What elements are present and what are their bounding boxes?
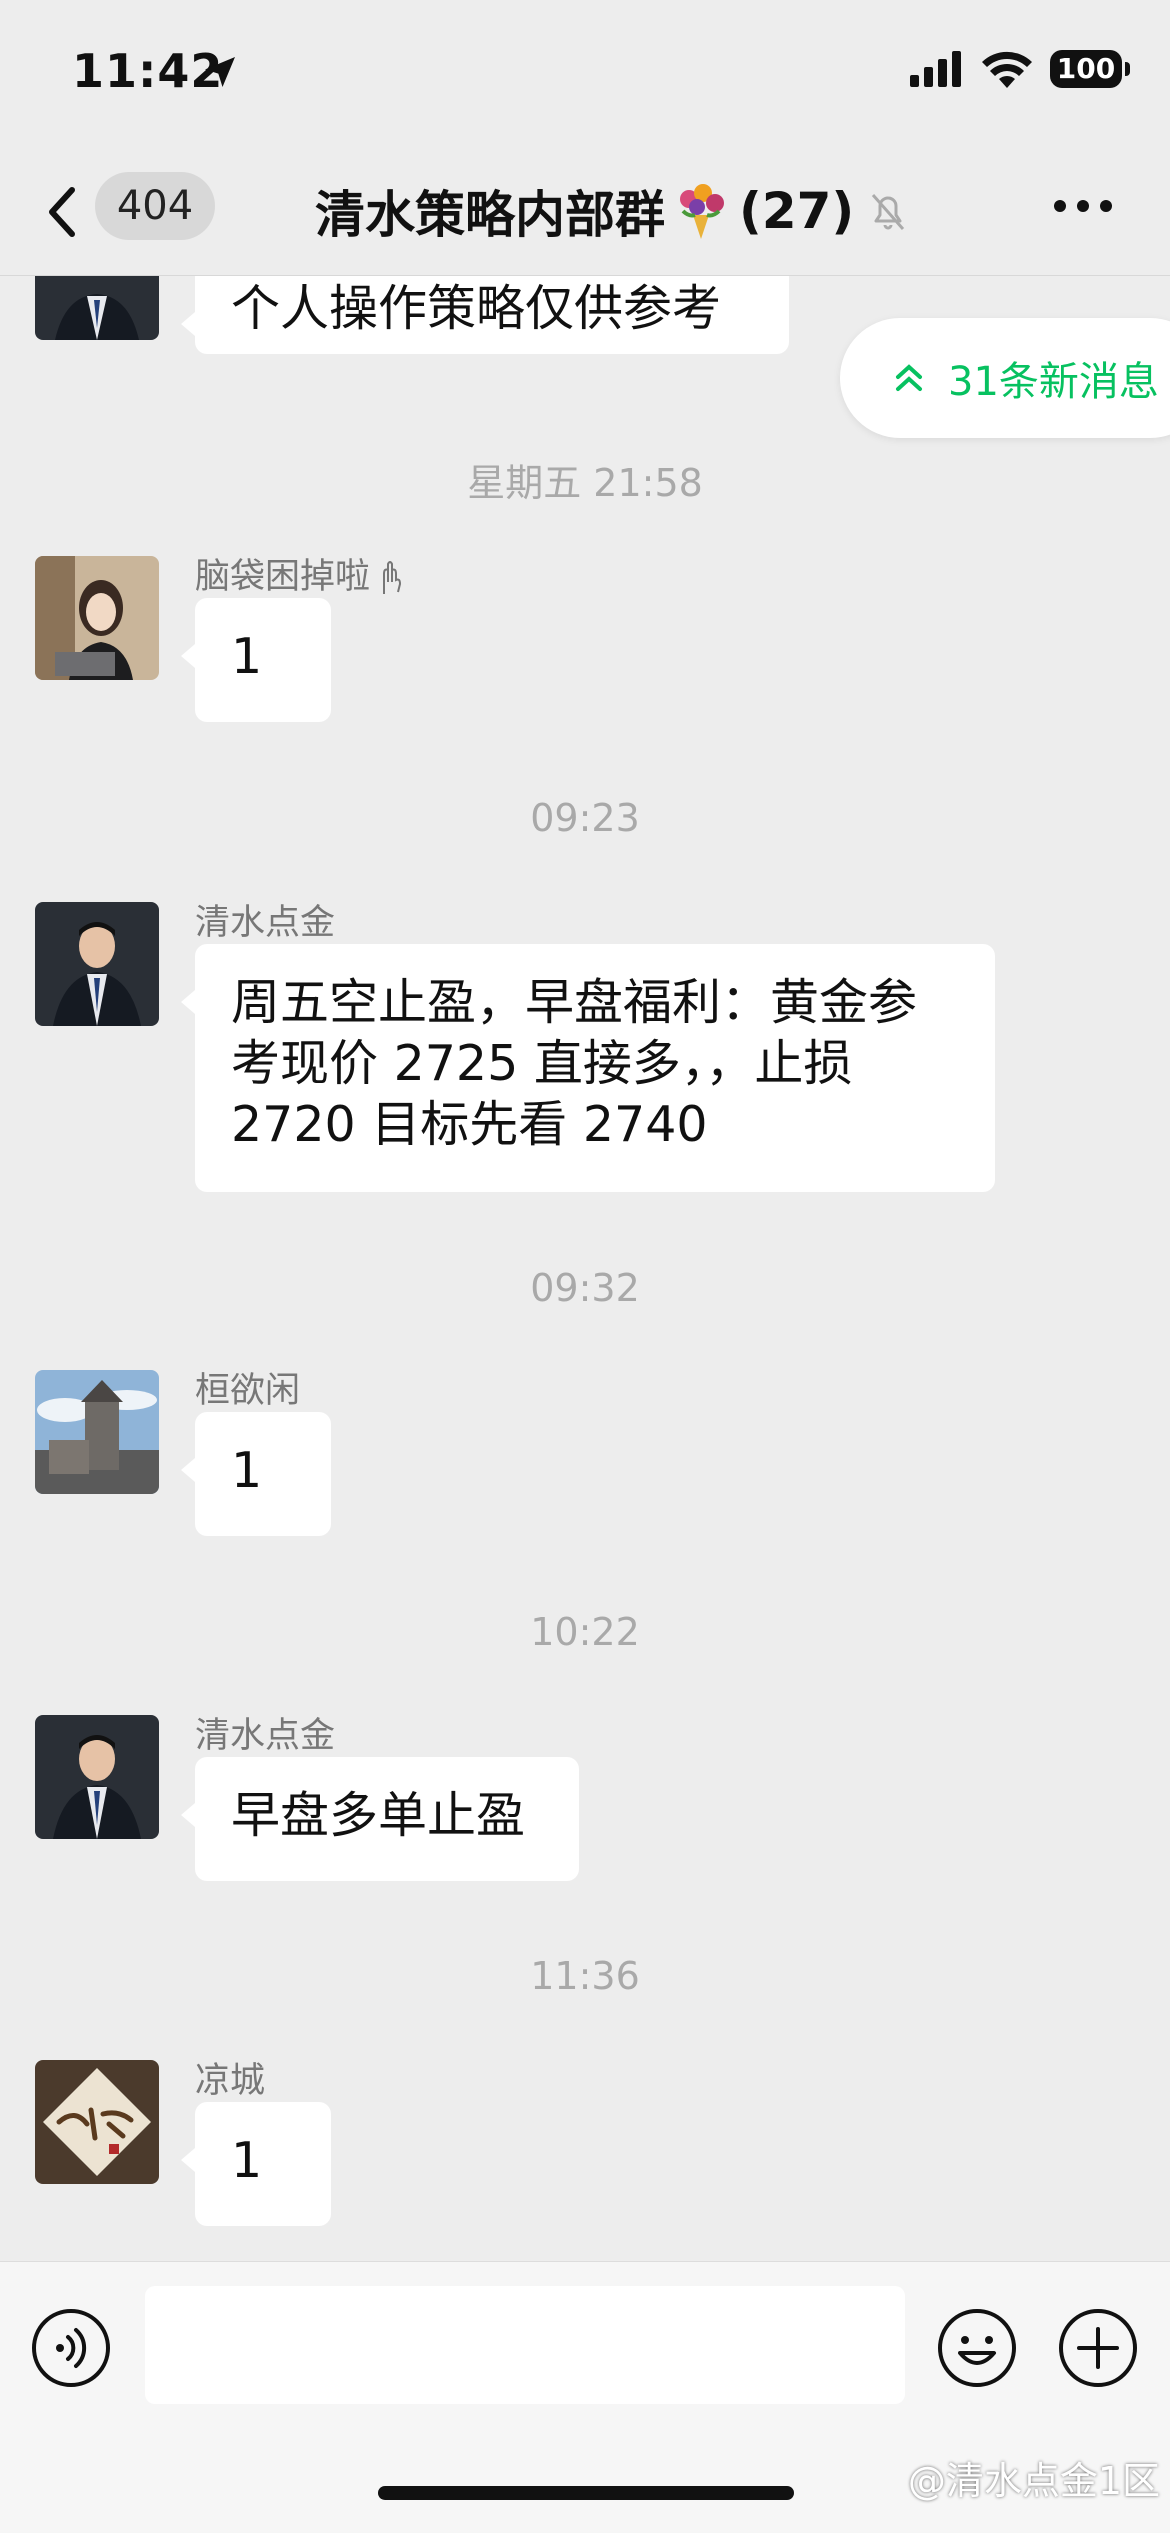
member-count: (27) (739, 182, 855, 240)
message-text: 早盘多单止盈 (231, 1787, 526, 1844)
watermark: @清水点金1区 (907, 2459, 1160, 2503)
chat-title: 清水策略内部群 (315, 186, 665, 244)
status-indicators: 100 (910, 50, 1130, 88)
sender-name: 清水点金 (195, 903, 336, 943)
back-chevron-icon[interactable] (42, 182, 82, 242)
avatar-image (35, 1370, 159, 1494)
time-divider: 11:36 (530, 1954, 640, 1998)
time-divider: 星期五 21:58 (467, 461, 703, 505)
avatar-image (35, 556, 159, 680)
sender-name: 凉城 (195, 2061, 266, 2101)
message-input[interactable] (145, 2286, 905, 2404)
sender-name: 脑袋困掉啦 (195, 548, 410, 599)
avatar-image (35, 276, 159, 340)
avatar-naodai[interactable] (35, 556, 159, 680)
new-messages-button[interactable]: 31条新消息 (840, 318, 1170, 438)
more-options-icon[interactable] (1052, 196, 1114, 216)
unread-count-badge[interactable]: 404 (95, 172, 215, 240)
message-text: 周五空止盈，早盘福利：黄金参考现价 2725 直接多，，止损 2720 目标先看… (231, 974, 918, 1153)
chat-header: 404 清水策略内部群 (27) (0, 150, 1170, 276)
chat-title-group[interactable]: 清水策略内部群 (27) (315, 176, 908, 246)
message-list[interactable]: 个人操作策略仅供参考 31条新消息 星期五 21:58 脑袋困掉啦 1 09:2… (0, 276, 1170, 2261)
battery-indicator: 100 (1050, 50, 1130, 88)
double-chevron-up-icon (896, 364, 922, 391)
message-bubble[interactable]: 个人操作策略仅供参考 (181, 276, 789, 354)
message-bubble[interactable]: 周五空止盈，早盘福利：黄金参考现价 2725 直接多，，止损 2720 目标先看… (181, 944, 995, 1192)
wifi-icon (982, 51, 1032, 88)
message-text: 1 (231, 2132, 263, 2189)
muted-bell-icon (872, 194, 905, 230)
time-divider: 10:22 (530, 1610, 640, 1654)
avatar-huanyuxian[interactable] (35, 1370, 159, 1494)
emoji-icon[interactable] (936, 2307, 1018, 2389)
message-bubble[interactable]: 早盘多单止盈 (181, 1757, 579, 1881)
new-messages-label: 31条新消息 (948, 359, 1159, 405)
bouquet-emoji-icon (680, 184, 724, 239)
avatar-image (35, 2060, 159, 2184)
message-text: 1 (231, 1442, 263, 1499)
time-divider: 09:32 (530, 1266, 640, 1310)
message-text: 1 (231, 628, 263, 685)
avatar-qingshui[interactable] (35, 1715, 159, 1839)
voice-input-icon[interactable] (30, 2307, 112, 2389)
avatar-liangcheng[interactable] (35, 2060, 159, 2184)
home-indicator (378, 2486, 794, 2500)
hand-gesture-icon (383, 561, 402, 594)
location-arrow-icon (205, 57, 235, 87)
sender-name: 清水点金 (195, 1716, 336, 1756)
message-bubble[interactable]: 1 (181, 1412, 331, 1536)
time-divider: 09:23 (530, 796, 640, 840)
message-bubble[interactable]: 1 (181, 598, 331, 722)
plus-icon[interactable] (1057, 2307, 1139, 2389)
avatar-qingshui[interactable] (35, 902, 159, 1026)
sender-name: 桓欲闲 (195, 1371, 301, 1411)
cellular-signal-icon (910, 51, 961, 87)
message-bubble[interactable]: 1 (181, 2102, 331, 2226)
status-bar: 11:42 100 (0, 0, 1170, 150)
avatar-qingshui[interactable] (35, 276, 159, 340)
message-text: 个人操作策略仅供参考 (231, 280, 722, 337)
input-bar: @清水点金1区 (0, 2261, 1170, 2533)
avatar-image (35, 902, 159, 1026)
avatar-image (35, 1715, 159, 1839)
